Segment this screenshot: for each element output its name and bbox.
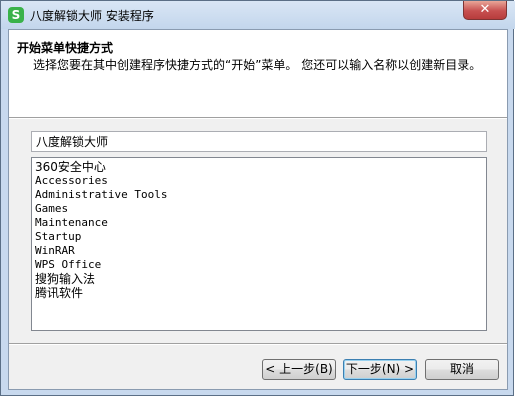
back-button[interactable]: < 上一步(B) (262, 359, 336, 380)
window-title: 八度解锁大师 安装程序 (30, 9, 154, 23)
cancel-button[interactable]: 取消 (425, 359, 499, 380)
header-divider (9, 117, 507, 119)
installer-window: S 八度解锁大师 安装程序 ✕ 开始菜单快捷方式 选择您要在其中创建程序快捷方式… (0, 0, 515, 396)
page-title: 开始菜单快捷方式 (17, 41, 114, 55)
folder-list-item[interactable]: WinRAR (35, 244, 486, 258)
folder-list-item[interactable]: 360安全中心 (35, 160, 486, 174)
next-button[interactable]: 下一步(N) > (343, 359, 417, 380)
title-bar[interactable]: S 八度解锁大师 安装程序 ✕ (1, 1, 515, 29)
folder-list-item[interactable]: Games (35, 202, 486, 216)
app-icon: S (8, 7, 24, 23)
dialog-body: 开始菜单快捷方式 选择您要在其中创建程序快捷方式的“开始”菜单。 您还可以输入名… (8, 29, 508, 390)
folder-list-item[interactable]: Maintenance (35, 216, 486, 230)
start-menu-folder-list[interactable]: 360安全中心 Accessories Administrative Tools Ga… (31, 157, 487, 331)
footer-divider (9, 343, 507, 345)
folder-list-item[interactable]: WPS Office (35, 258, 486, 272)
folder-list-item[interactable]: 腾讯软件 (35, 286, 486, 300)
close-button[interactable]: ✕ (463, 1, 507, 20)
folder-list-item[interactable]: Accessories (35, 174, 486, 188)
folder-name-input[interactable] (31, 131, 487, 152)
folder-list-item[interactable]: Administrative Tools (35, 188, 486, 202)
folder-list-item[interactable]: Startup (35, 230, 486, 244)
page-header: 开始菜单快捷方式 选择您要在其中创建程序快捷方式的“开始”菜单。 您还可以输入名… (9, 30, 507, 117)
folder-list-item[interactable]: 搜狗输入法 (35, 272, 486, 286)
page-description: 选择您要在其中创建程序快捷方式的“开始”菜单。 您还可以输入名称以创建新目录。 (33, 58, 482, 72)
